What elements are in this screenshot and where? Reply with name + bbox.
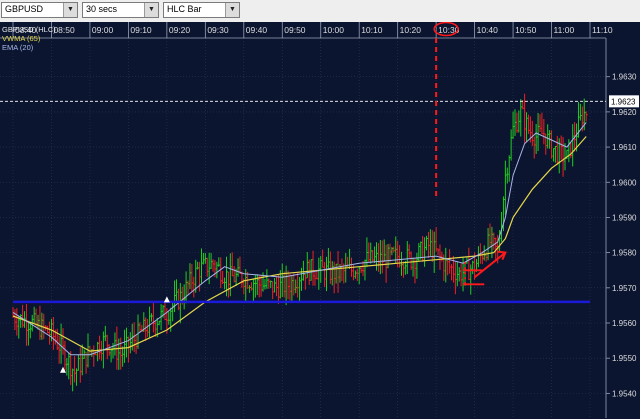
chart-legend: GBPUSD (HLC) VWMA (65) EMA (20)	[2, 25, 56, 52]
price-tick-label: 1.9590	[612, 213, 637, 222]
time-tick-label: 11:10	[592, 25, 613, 35]
time-tick-label: 10:00	[323, 25, 345, 35]
time-tick-label: 09:30	[207, 25, 229, 35]
time-tick-label: 10:20	[400, 25, 422, 35]
chevron-down-icon[interactable]: ▼	[63, 3, 77, 17]
price-tick-label: 1.9560	[612, 319, 637, 328]
interval-value: 30 secs	[86, 4, 118, 14]
price-tick-label: 1.9540	[612, 389, 637, 398]
price-tick-label: 1.9630	[612, 73, 637, 82]
price-chart[interactable]: 08:40 08:50 09:00 09:10 09:20 09:30 09:40 09:50…	[0, 22, 640, 419]
price-tick-label: 1.9610	[612, 143, 637, 152]
symbol-select[interactable]: GBPUSD ▼	[1, 2, 78, 18]
price-tick-label: 1.9550	[612, 354, 637, 363]
chart-style-value: HLC Bar	[167, 4, 202, 14]
chart-window: GBPUSD ▼ 30 secs ▼ HLC Bar ▼ 08:40 08:50 0…	[0, 0, 640, 419]
time-tick-label: 09:50	[284, 25, 306, 35]
time-tick-label: 10:40	[477, 25, 499, 35]
interval-select[interactable]: 30 secs ▼	[82, 2, 159, 18]
price-tick-label: 1.9580	[612, 249, 637, 258]
time-tick-label: 09:40	[246, 25, 268, 35]
symbol-value: GBPUSD	[5, 4, 44, 14]
time-tick-label: 09:10	[130, 25, 152, 35]
last-price-label: 1.9623	[611, 97, 636, 106]
time-tick-label: 10:10	[361, 25, 383, 35]
time-tick-label: 11:00	[554, 25, 575, 35]
legend-vwma: VWMA (65)	[2, 34, 41, 43]
chevron-down-icon[interactable]: ▼	[144, 3, 158, 17]
price-tick-label: 1.9570	[612, 284, 637, 293]
price-tick-label: 1.9600	[612, 178, 637, 187]
price-tick-label: 1.9620	[612, 108, 637, 117]
legend-main: GBPUSD (HLC)	[2, 25, 56, 34]
time-tick-label: 09:20	[169, 25, 191, 35]
time-tick-label: 08:50	[53, 25, 75, 35]
chart-style-select[interactable]: HLC Bar ▼	[163, 2, 240, 18]
time-tick-label: 10:50	[515, 25, 537, 35]
chart-background	[0, 22, 640, 419]
chevron-down-icon[interactable]: ▼	[225, 3, 239, 17]
time-tick-label: 09:00	[92, 25, 114, 35]
legend-ema: EMA (20)	[2, 43, 34, 52]
chart-toolbar: GBPUSD ▼ 30 secs ▼ HLC Bar ▼	[0, 0, 640, 23]
